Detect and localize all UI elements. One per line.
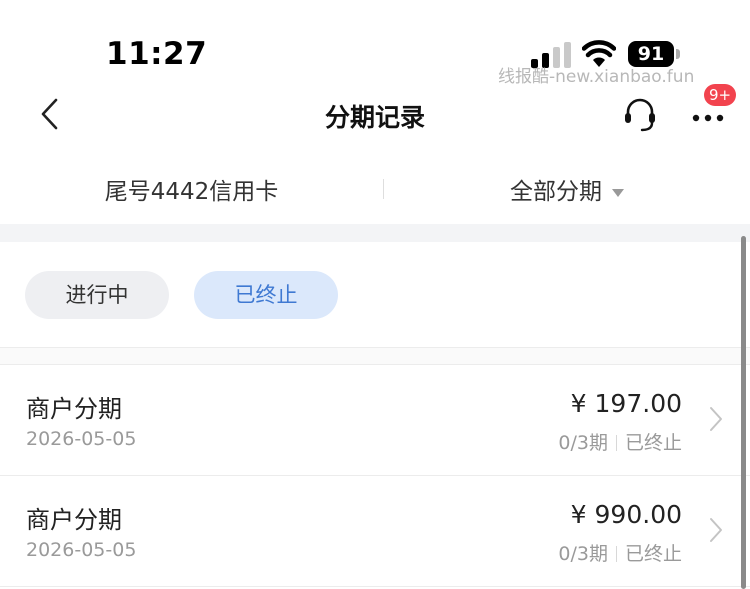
record-date: 2026-05-05 bbox=[26, 428, 137, 450]
record-amount: ¥ 990.00 bbox=[570, 500, 682, 529]
record-title: 商户分期 bbox=[26, 506, 122, 534]
installment-type-label: 全部分期 bbox=[510, 179, 602, 205]
record-title: 商户分期 bbox=[26, 395, 122, 423]
record-date: 2026-05-05 bbox=[26, 539, 137, 561]
list-item[interactable]: 商户分期 2026-05-05 ¥ 990.00 0/3期 已终止 bbox=[0, 476, 740, 586]
tab-in-progress[interactable]: 进行中 bbox=[25, 271, 169, 319]
chevron-right-icon bbox=[710, 518, 722, 542]
filter-row: 尾号4442信用卡 全部分期 bbox=[0, 150, 750, 224]
record-meta: 0/3期 已终止 bbox=[558, 428, 682, 455]
nav-bar: 分期记录 bbox=[0, 88, 750, 140]
record-periods: 0/3期 bbox=[558, 432, 608, 454]
record-amount: ¥ 197.00 bbox=[570, 389, 682, 418]
status-time: 11:27 bbox=[106, 36, 208, 72]
caret-down-icon bbox=[612, 188, 624, 197]
list-separator bbox=[0, 348, 750, 364]
card-filter[interactable]: 尾号4442信用卡 bbox=[0, 172, 383, 206]
record-status: 已终止 bbox=[624, 543, 682, 565]
installment-type-filter[interactable]: 全部分期 bbox=[384, 172, 750, 206]
record-periods: 0/3期 bbox=[558, 543, 608, 565]
headset-icon[interactable] bbox=[622, 94, 658, 134]
tab-terminated[interactable]: 已终止 bbox=[194, 271, 338, 319]
watermark: 线报酷-new.xianbao.fun bbox=[498, 67, 695, 87]
section-separator bbox=[0, 224, 750, 242]
list-item[interactable]: 商户分期 2026-05-05 ¥ 197.00 0/3期 已终止 bbox=[0, 365, 740, 475]
divider bbox=[0, 586, 750, 587]
notification-badge: 9+ bbox=[704, 84, 736, 106]
record-status: 已终止 bbox=[624, 432, 682, 454]
chevron-right-icon bbox=[710, 407, 722, 431]
status-bar: 11:27 91 线报酷-new.xianbao.fun bbox=[0, 0, 750, 90]
scrollbar[interactable] bbox=[741, 236, 746, 589]
record-meta: 0/3期 已终止 bbox=[558, 539, 682, 566]
